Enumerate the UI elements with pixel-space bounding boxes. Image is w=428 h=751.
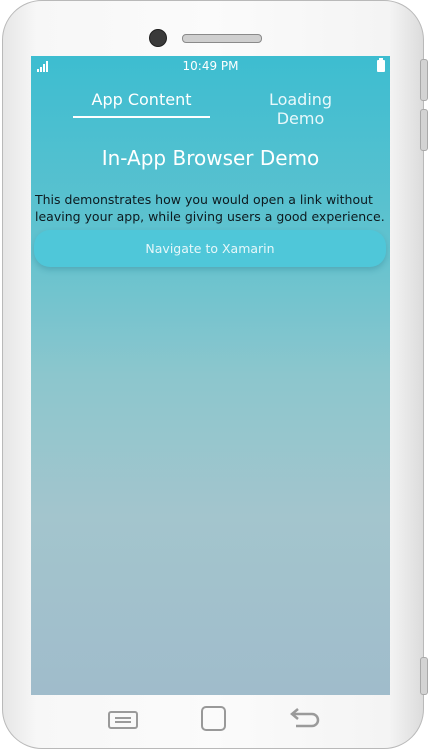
side-button-top (420, 59, 428, 101)
tab-label: Loading Demo (268, 90, 333, 128)
back-icon[interactable] (288, 708, 320, 730)
tab-label: App Content (91, 90, 192, 109)
navigate-to-xamarin-button[interactable]: Navigate to Xamarin (34, 230, 386, 267)
side-button-bottom (420, 657, 428, 695)
tab-app-content[interactable]: App Content (73, 90, 210, 118)
home-icon[interactable] (201, 706, 226, 731)
active-tab-indicator (73, 116, 210, 118)
status-bar: 10:49 PM (31, 56, 390, 76)
page-title: In-App Browser Demo (101, 146, 320, 170)
app-screen: 10:49 PM App Content Loading Demo In-App… (31, 56, 390, 695)
status-time: 10:49 PM (182, 59, 239, 73)
battery-icon (377, 58, 385, 72)
page-description: This demonstrates how you would open a l… (35, 192, 385, 224)
side-button-middle (420, 109, 428, 151)
menu-icon[interactable] (108, 711, 138, 729)
earpiece-speaker (182, 34, 262, 43)
front-camera (149, 29, 167, 47)
tab-loading-demo[interactable]: Loading Demo (243, 90, 358, 128)
